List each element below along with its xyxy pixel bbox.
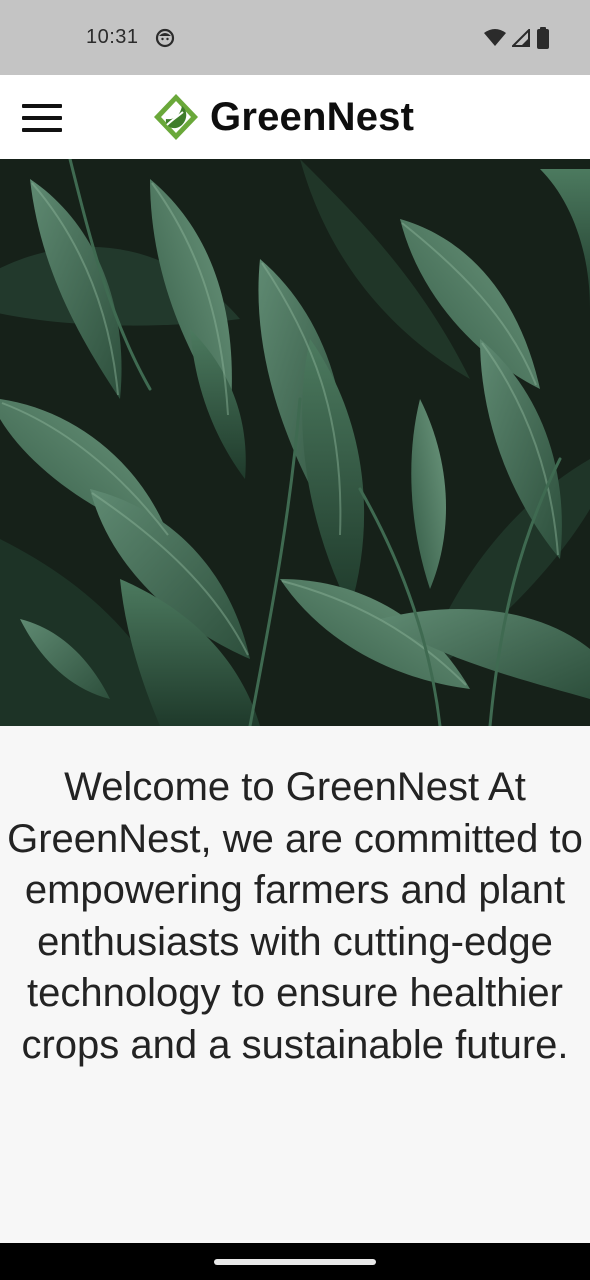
status-right <box>484 26 550 49</box>
menu-bar-top <box>22 104 62 108</box>
face-notification-icon <box>155 28 175 48</box>
hero-image <box>0 159 590 726</box>
menu-bar-bottom <box>22 128 62 132</box>
leaf-logo-icon <box>152 92 200 142</box>
welcome-text: Welcome to GreenNest At GreenNest, we ar… <box>7 765 583 1067</box>
brand-name: GreenNest <box>210 94 415 139</box>
system-navigation-bar <box>0 1243 590 1280</box>
app-bar: GreenNest <box>0 75 590 159</box>
wifi-icon <box>484 28 506 47</box>
home-gesture-handle[interactable] <box>214 1259 376 1265</box>
brand: GreenNest <box>152 87 414 147</box>
menu-bar-middle <box>22 116 62 120</box>
status-bar: 10:31 <box>0 0 590 75</box>
battery-icon <box>536 26 550 49</box>
cell-signal-icon <box>512 28 530 47</box>
status-time: 10:31 <box>86 26 139 48</box>
status-left: 10:31 <box>86 26 175 49</box>
hamburger-menu-icon[interactable] <box>22 102 64 134</box>
